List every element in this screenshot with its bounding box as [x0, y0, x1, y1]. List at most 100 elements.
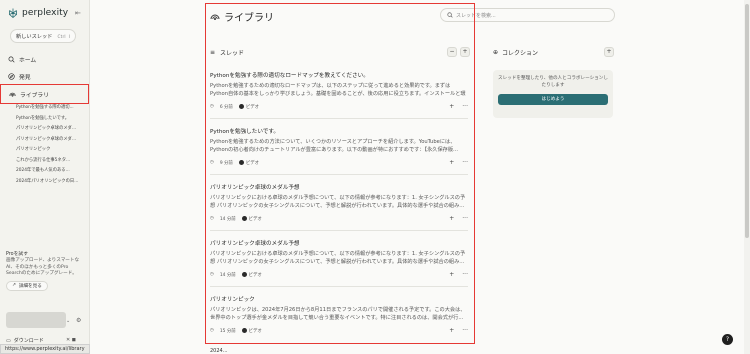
thread-time: 6 分前	[219, 104, 233, 110]
collapse-sidebar-icon[interactable]: ⇤	[75, 9, 81, 17]
shortcut-key: I	[68, 33, 70, 39]
thread-title: パリオリンピック卓球のメダル予想	[210, 185, 300, 191]
expand-arrow-icon: ↗	[12, 283, 16, 289]
thread-title: パリオリンピック	[210, 297, 255, 303]
add-icon[interactable]: +	[449, 215, 454, 222]
library-thread-item[interactable]: パリオリンピック	[16, 145, 80, 156]
download-link[interactable]: ▭ ダウンロード	[6, 337, 44, 345]
library-icon	[9, 92, 16, 97]
get-started-button[interactable]: はじめよう	[498, 94, 608, 106]
collections-empty-card: スレッドを整理したり、他の人とコラボレーションしたりします はじめよう	[493, 70, 613, 118]
thread-time: 9 分前	[219, 160, 233, 166]
download-label: ダウンロード	[13, 338, 44, 344]
thread-source: ビデオ	[248, 216, 262, 222]
sidebar-item-label: ライブラリ	[20, 92, 49, 99]
divider	[210, 174, 468, 175]
threads-icon: ≡	[210, 48, 216, 56]
threads-heading: スレッド	[220, 49, 245, 57]
add-icon[interactable]: +	[449, 103, 454, 110]
thread-card[interactable]: パリオリンピック卓球のメダル予想 パリオリンピックにおける卓球のメダル予想につい…	[210, 239, 468, 278]
collections-heading: コレクション	[502, 49, 539, 57]
collections-header: ⊕ コレクション +	[493, 47, 614, 57]
thread-time: 15 分前	[219, 328, 236, 334]
more-icon[interactable]: ···	[462, 103, 468, 110]
more-icon[interactable]: ···	[462, 327, 468, 334]
monitor-icon: ▭	[6, 337, 11, 344]
thread-title: Pythonを勉強したいです。	[210, 129, 280, 135]
library-thread-item[interactable]: 2024年で最も人気のある...	[16, 166, 80, 177]
clock-icon: ◷	[210, 216, 214, 221]
library-thread-item[interactable]: Pythonを勉強したいです。	[16, 114, 80, 125]
more-icon[interactable]: ···	[462, 159, 468, 166]
thread-snippet: Pythonを勉強するための方法について、いくつかのリソースとアプローチを紹介し…	[210, 139, 459, 153]
video-icon	[238, 160, 244, 165]
add-collection-button[interactable]: +	[604, 47, 614, 57]
add-icon[interactable]: +	[449, 327, 454, 334]
search-icon	[447, 12, 453, 18]
status-url: https://www.perplexity.ai/library	[0, 344, 90, 354]
scrollbar-thumb[interactable]	[745, 4, 749, 238]
pro-link-label: 詳細を見る	[18, 283, 42, 289]
thread-time: 14 分前	[219, 272, 236, 278]
divider	[210, 286, 468, 287]
thread-snippet: Pythonを勉強するための適切なロードマップは、以下のステップに従って進めると…	[210, 83, 466, 97]
sidebar-item-discover[interactable]: 発見	[8, 70, 31, 82]
pro-learn-more-button[interactable]: ↗ 詳細を見る	[6, 280, 48, 291]
thread-snippet: パリオリンピックにおける卓球のメダル予想について、以下の情報が参考になります：1…	[210, 195, 466, 209]
threads-header: ≡ スレッド − +	[210, 47, 470, 57]
new-thread-label: 新しいスレッド	[16, 33, 53, 40]
search-placeholder: スレッドを検索...	[456, 12, 496, 19]
thread-title: パリオリンピック卓球のメダル予想	[210, 241, 300, 247]
thread-source: ビデオ	[245, 104, 260, 110]
add-icon[interactable]: +	[449, 271, 454, 278]
more-icon[interactable]: ···	[462, 215, 468, 222]
clock-icon: ◷	[210, 272, 214, 277]
thread-card[interactable]: パリオリンピック卓球のメダル予想 パリオリンピックにおける卓球のメダル予想につい…	[210, 183, 468, 222]
library-thread-item[interactable]: 2024年パリオリンピックの日...	[16, 177, 80, 188]
thread-source: ビデオ	[248, 328, 262, 334]
social-icons[interactable]: ✕ ◼	[66, 337, 76, 343]
help-button[interactable]: ?	[722, 334, 733, 345]
thread-card[interactable]: パリオリンピック パリオリンピックは、2024年7月26日から8月11日までフラ…	[210, 295, 468, 334]
thread-source: ビデオ	[248, 272, 262, 278]
video-icon	[238, 104, 244, 109]
thread-card[interactable]: Pythonを勉強したいです。 Pythonを勉強するための方法について、いくつ…	[210, 127, 468, 166]
more-icon[interactable]: ···	[462, 271, 468, 278]
library-icon	[210, 14, 220, 20]
gear-icon[interactable]: ⚙	[76, 317, 81, 324]
sidebar-item-home[interactable]: ホーム	[8, 53, 36, 65]
search-icon	[8, 56, 15, 63]
thread-time: 14 分前	[219, 216, 236, 222]
page-title: ライブラリ	[210, 9, 274, 24]
clock-icon: ◷	[210, 160, 214, 165]
sidebar-item-library[interactable]: ライブラリ	[0, 84, 89, 104]
new-thread-button[interactable]: 新しいスレッド Ctrl I	[10, 29, 76, 43]
main-content: ライブラリ スレッドを検索... ≡ スレッド − + Pythonを勉強する際…	[90, 0, 750, 354]
chevron-down-icon[interactable]: ⌄	[66, 318, 70, 324]
account-menu[interactable]	[6, 312, 66, 328]
thread-card[interactable]: Pythonを勉強する際の適切なロードマップを教えてください。 Pythonを勉…	[210, 71, 468, 110]
select-mode-button[interactable]: −	[447, 47, 457, 57]
thread-title: Pythonを勉強する際の適切なロードマップを教えてください。	[210, 73, 369, 79]
search-input[interactable]: スレッドを検索...	[440, 8, 615, 22]
clock-icon: ◷	[210, 328, 214, 333]
library-thread-item[interactable]: パリオリンピック卓球のメダル...	[16, 124, 80, 135]
page-title-text: ライブラリ	[224, 13, 274, 24]
logo[interactable]: perplexity	[8, 8, 68, 18]
add-icon[interactable]: +	[449, 159, 454, 166]
library-thread-item[interactable]: これから流行る仕事5ネタ...	[16, 156, 80, 167]
shortcut-ctrl: Ctrl	[57, 33, 66, 39]
library-thread-item[interactable]: Pythonを勉強する際の適切...	[16, 103, 80, 114]
sidebar-item-label: 発見	[19, 74, 31, 81]
collections-empty-text: スレッドを整理したり、他の人とコラボレーションしたりします	[498, 76, 608, 88]
clock-icon: ◷	[210, 104, 214, 109]
library-thread-item[interactable]: パリオリンピック卓球のメダル...	[16, 135, 80, 146]
thread-snippet: パリオリンピックにおける卓球のメダル予想について、以下の情報が参考になります：1…	[210, 251, 466, 265]
divider	[210, 118, 468, 119]
compass-icon	[8, 72, 15, 80]
logo-text: perplexity	[22, 8, 69, 18]
thread-source: ビデオ	[245, 160, 260, 166]
sidebar: perplexity ⇤ 新しいスレッド Ctrl I ホーム 発見 ライブラリ…	[0, 0, 90, 354]
add-thread-button[interactable]: +	[460, 47, 470, 57]
video-icon	[241, 328, 247, 333]
